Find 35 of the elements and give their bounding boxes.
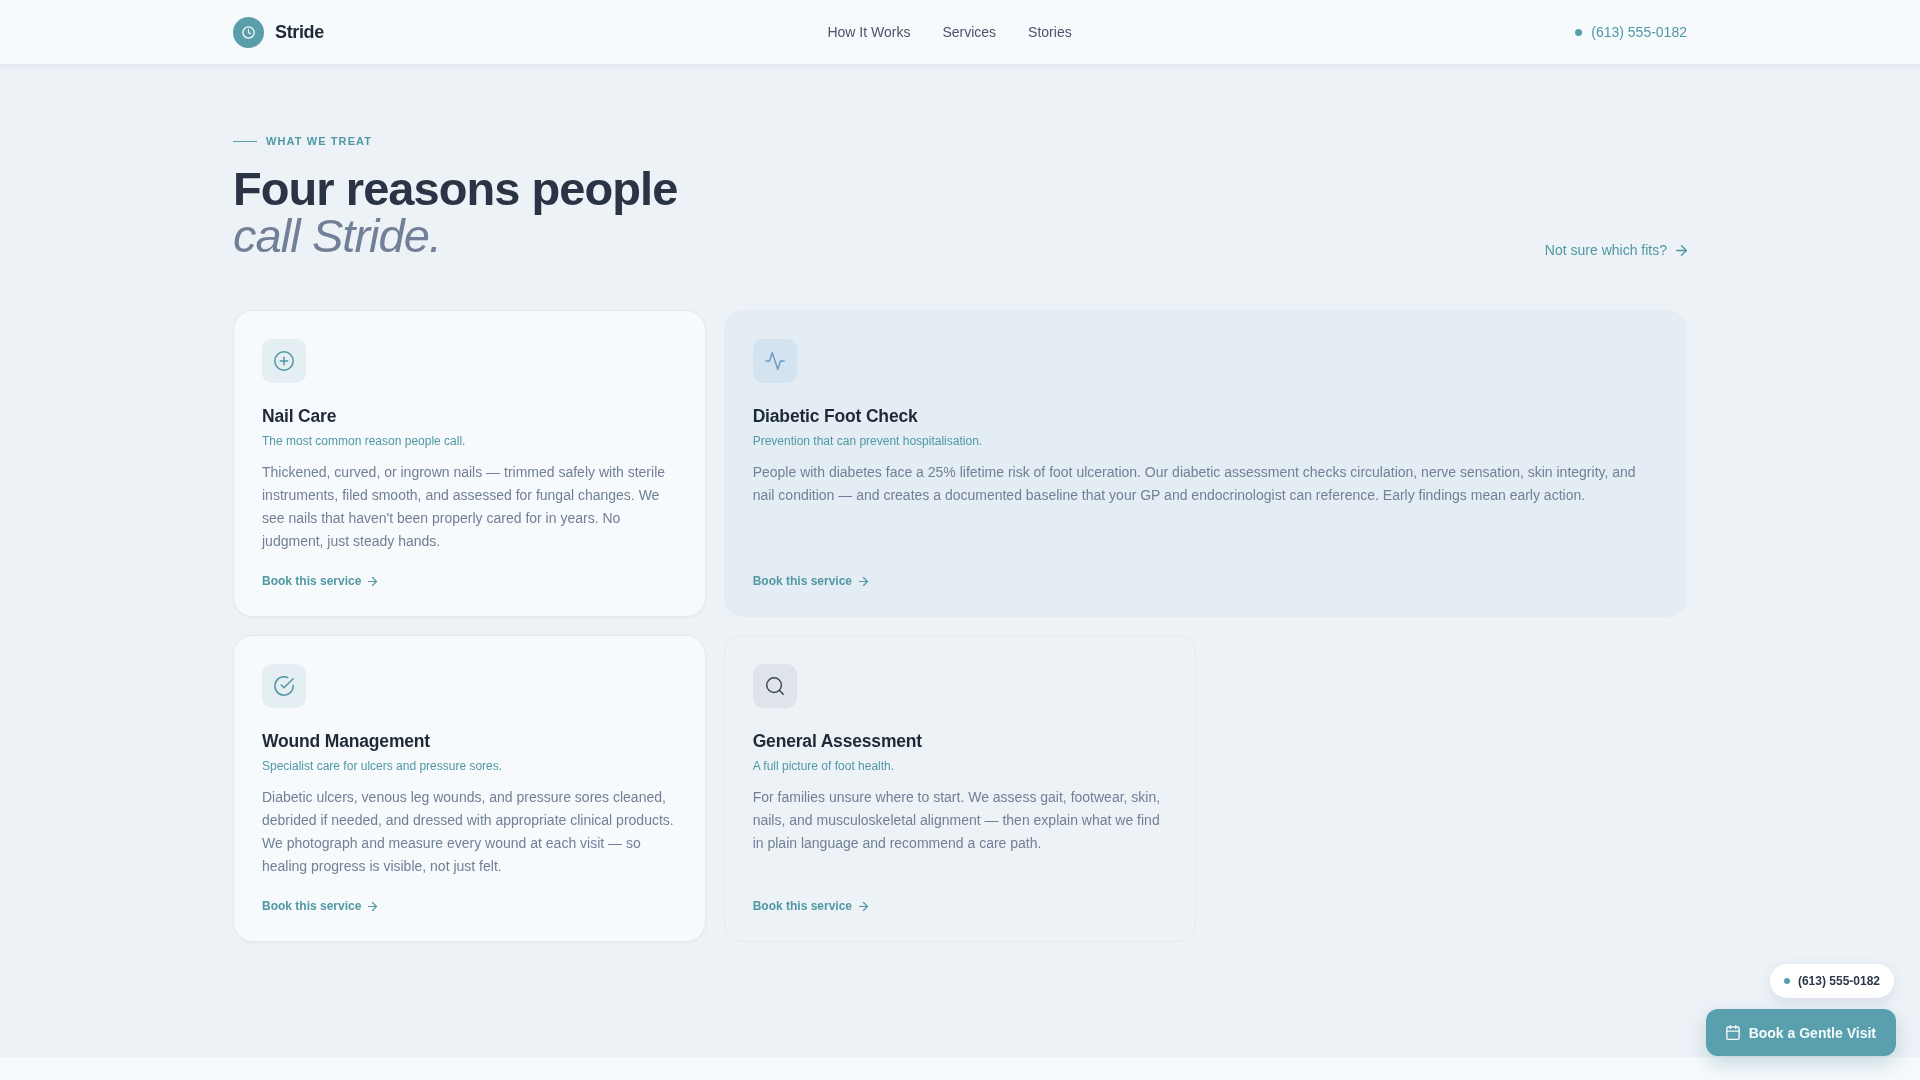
nav-link[interactable]: How It Works: [827, 24, 911, 40]
dot-icon: [1575, 28, 1583, 36]
card-title: Nail Care: [262, 405, 337, 428]
book-service-link[interactable]: Book this service: [752, 553, 869, 589]
card-title: Wound Management: [262, 730, 430, 753]
calendar-icon: [1725, 1025, 1740, 1040]
section-heading: Four reasons people call Stride.: [233, 165, 678, 259]
card-tagline: Prevention that can prevent hospitalisation.: [752, 433, 983, 450]
nav-link[interactable]: Stories: [1028, 24, 1072, 40]
dot-icon: [1783, 978, 1790, 984]
clock-icon[interactable]: [233, 16, 264, 48]
book-service-link[interactable]: Book this service: [752, 878, 869, 914]
arrow-right-icon: [368, 901, 378, 911]
card-title: General Assessment: [752, 730, 922, 753]
arrow-right-icon: [859, 901, 869, 911]
book-service-link[interactable]: Book this service: [262, 878, 378, 914]
arrow-right-icon: [859, 576, 869, 586]
card-description: Thickened, curved, or ingrown nails — trimmed safely with sterile instruments, filed smooth, and assessed for fungal changes. We see nails that haven't been properly cared for in years. No judgment, just steady hands.: [262, 463, 667, 551]
brand-name[interactable]: Stride: [275, 21, 324, 43]
phone-link[interactable]: (613) 555-0182: [1575, 24, 1687, 40]
card-description: People with diabetes face a 25% lifetime risk of foot ulceration. Our diabetic assessment checks circulation, nerve sensation, skin integrity, and nail condition — and creates a documented baseline that your GP and endocrinologist can reference. Early findings mean early action.: [752, 463, 1637, 505]
card-tagline: The most common reason people call.: [262, 433, 466, 450]
card-description: Diabetic ulcers, venous leg wounds, and pressure sores cleaned, debrided if needed, and dressed with appropriate clinical products. We photograph and measure every wound at each visit — so healing progress is visible, not just felt.: [262, 788, 675, 876]
section-eyebrow: WHAT WE TREAT: [266, 135, 373, 147]
search-icon: [752, 664, 797, 708]
card-description: For families unsure where to start. We assess gait, footwear, skin, nails, and musculoskeletal alignment — then explain what we find in plain language and recommend a care path.: [752, 788, 1162, 853]
card-tagline: A full picture of foot health.: [752, 758, 895, 775]
card-title: Diabetic Foot Check: [752, 405, 918, 428]
book-visit-button[interactable]: Book a Gentle Visit: [1705, 1009, 1896, 1056]
help-link[interactable]: Not sure which fits?: [1544, 242, 1687, 258]
card-tagline: Specialist care for ulcers and pressure sores.: [262, 758, 503, 775]
book-service-link[interactable]: Book this service: [262, 553, 378, 589]
arrow-right-icon: [368, 576, 378, 586]
nav-link[interactable]: Services: [942, 24, 997, 40]
phone-pill[interactable]: (613) 555-0182: [1769, 964, 1894, 998]
